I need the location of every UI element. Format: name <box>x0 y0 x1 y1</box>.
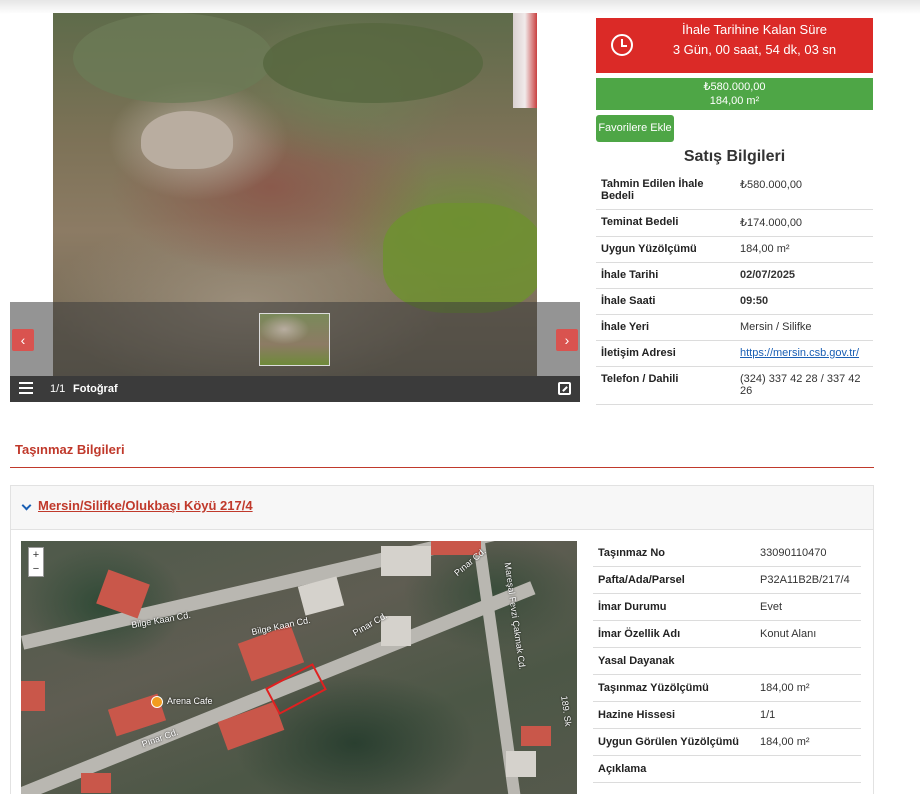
row-key: Yasal Dayanak <box>593 647 755 675</box>
table-row: Tahmin Edilen İhale Bedeli ₺580.000,00 <box>596 172 873 210</box>
countdown-title: İhale Tarihine Kalan Süre <box>681 22 828 37</box>
row-value: 09:50 <box>735 288 873 315</box>
row-value: 1/1 <box>755 701 861 729</box>
row-key: İhale Saati <box>596 288 735 315</box>
list-icon[interactable] <box>19 382 33 396</box>
table-row: Teminat Bedeli ₺174.000,00 <box>596 209 873 237</box>
row-value <box>755 755 861 783</box>
row-value: Evet <box>755 593 861 621</box>
row-key: Pafta/Ada/Parsel <box>593 566 755 594</box>
gallery-toolbar: 1/1 Fotoğraf <box>10 376 580 402</box>
property-card-header[interactable]: Mersin/Silifke/Olukbaşı Köyü 217/4 <box>11 486 873 530</box>
row-value: Konut Alanı <box>755 620 861 648</box>
table-row: İhale Yeri Mersin / Silifke <box>596 314 873 341</box>
zoom-control: + − <box>28 547 44 577</box>
street-label: 189. Sk <box>559 695 574 727</box>
sale-info-table: Tahmin Edilen İhale Bedeli ₺580.000,00 T… <box>596 172 873 405</box>
table-row: Yasal Dayanak <box>593 647 861 675</box>
row-value: 02/07/2025 <box>735 262 873 289</box>
row-value: P32A11B2B/217/4 <box>755 566 861 594</box>
contact-link[interactable]: https://mersin.csb.gov.tr/ <box>740 347 859 359</box>
table-row: Taşınmaz No 33090110470 <box>593 540 861 567</box>
table-row: İmar Özellik Adı Konut Alanı <box>593 620 861 648</box>
table-row: Taşınmaz Yüzölçümü 184,00 m² <box>593 674 861 702</box>
add-favorite-button[interactable]: Favorilere Ekle <box>596 115 674 142</box>
clock-icon <box>611 34 633 56</box>
photo-label: Fotoğraf <box>73 383 118 395</box>
row-key: İmar Durumu <box>593 593 755 621</box>
chevron-down-icon[interactable] <box>21 500 32 511</box>
row-key: İhale Tarihi <box>596 262 735 289</box>
row-value: 184,00 m² <box>755 674 861 702</box>
row-key: Telefon / Dahili <box>596 366 735 405</box>
table-row: Hazine Hissesi 1/1 <box>593 701 861 729</box>
row-key: Tahmin Edilen İhale Bedeli <box>596 172 735 210</box>
photo-counter: 1/1 <box>50 383 66 395</box>
row-key: Taşınmaz No <box>593 540 755 567</box>
row-key: Hazine Hissesi <box>593 701 755 729</box>
satellite-map[interactable]: Bilge Kaan Cd. Bilge Kaan Cd. Pınar Cd. … <box>21 541 577 794</box>
thumbnail[interactable] <box>259 313 330 366</box>
sale-info-title: Satış Bilgileri <box>683 148 786 165</box>
fullscreen-icon[interactable] <box>558 382 571 395</box>
row-key: Uygun Görülen Yüzölçümü <box>593 728 755 756</box>
table-row: Açıklama <box>593 755 861 783</box>
photo-gallery: ‹ › 1/1 Fotoğraf <box>10 13 580 402</box>
prev-photo-button[interactable]: ‹ <box>12 329 34 351</box>
top-band <box>0 0 920 14</box>
row-key: İhale Yeri <box>596 314 735 341</box>
table-row: Pafta/Ada/Parsel P32A11B2B/217/4 <box>593 566 861 594</box>
table-row: İletişim Adresi https://mersin.csb.gov.t… <box>596 340 873 367</box>
row-key: İmar Özellik Adı <box>593 620 755 648</box>
street-label: Mareşal Fevzi Çakmak Cd. <box>502 561 528 671</box>
row-value: Mersin / Silifke <box>735 314 873 341</box>
row-value: 184,00 m² <box>755 728 861 756</box>
row-value <box>755 647 861 675</box>
thumbnail-strip <box>10 302 580 376</box>
section-title: Taşınmaz Bilgileri <box>15 442 125 457</box>
row-value: ₺580.000,00 <box>735 172 873 210</box>
table-row: İhale Saati 09:50 <box>596 288 873 315</box>
row-key: Teminat Bedeli <box>596 209 735 237</box>
row-value: 184,00 m² <box>735 236 873 263</box>
countdown-remaining: 3 Gün, 00 saat, 54 dk, 03 sn <box>672 42 837 57</box>
zoom-out-button[interactable]: − <box>29 562 43 576</box>
row-value: (324) 337 42 28 / 337 42 26 <box>735 366 873 405</box>
next-photo-button[interactable]: › <box>556 329 578 351</box>
row-value: https://mersin.csb.gov.tr/ <box>735 340 873 367</box>
poi-label: Arena Cafe <box>167 696 213 706</box>
table-row: Uygun Yüzölçümü 184,00 m² <box>596 236 873 263</box>
row-value: ₺174.000,00 <box>735 209 873 237</box>
table-row: İhale Tarihi 02/07/2025 <box>596 262 873 289</box>
price-box: ₺580.000,00 184,00 m² <box>596 78 873 110</box>
row-value: 33090110470 <box>755 540 861 567</box>
property-link[interactable]: Mersin/Silifke/Olukbaşı Köyü 217/4 <box>38 498 253 513</box>
row-key: İletişim Adresi <box>596 340 735 367</box>
poi-marker-icon[interactable] <box>151 696 163 708</box>
row-key: Açıklama <box>593 755 755 783</box>
table-row: Telefon / Dahili (324) 337 42 28 / 337 4… <box>596 366 873 405</box>
property-info-table: Taşınmaz No 33090110470 Pafta/Ada/Parsel P… <box>593 540 861 783</box>
price-amount: ₺580.000,00 <box>703 81 766 93</box>
row-key: Uygun Yüzölçümü <box>596 236 735 263</box>
row-key: Taşınmaz Yüzölçümü <box>593 674 755 702</box>
table-row: Uygun Görülen Yüzölçümü 184,00 m² <box>593 728 861 756</box>
price-area: 184,00 m² <box>709 95 760 107</box>
table-row: İmar Durumu Evet <box>593 593 861 621</box>
zoom-in-button[interactable]: + <box>29 548 43 562</box>
countdown-box: İhale Tarihine Kalan Süre 3 Gün, 00 saat… <box>596 18 873 73</box>
section-divider <box>10 467 874 468</box>
